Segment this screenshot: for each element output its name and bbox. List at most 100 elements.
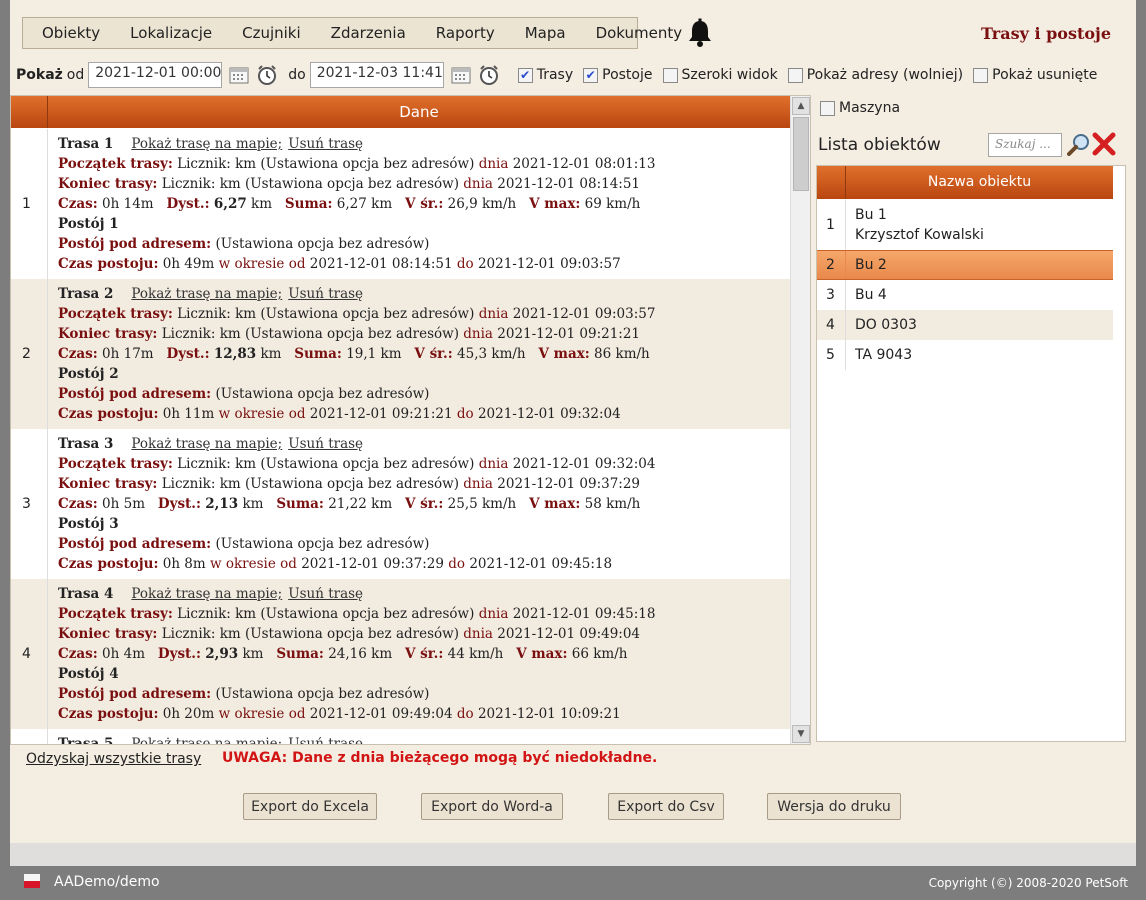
checkbox-pokaz-usuniete[interactable]: Pokaż usunięte xyxy=(973,67,1097,83)
route-start-time: 2021-12-01 09:32:04 xyxy=(512,456,656,472)
route-end-time: 2021-12-01 09:49:04 xyxy=(497,626,641,642)
table-row: Trasa 5 Pokaż trasę na mapie; Usuń trasę xyxy=(11,729,790,744)
route-distance: 6,27 xyxy=(213,196,247,212)
object-number: 4 xyxy=(817,310,846,340)
date-from-input[interactable]: 2021-12-01 00:00 xyxy=(88,62,223,88)
object-row[interactable]: 2 Bu 2 xyxy=(817,250,1113,280)
object-search-input[interactable]: Szukaj ... xyxy=(988,133,1062,157)
route-title: Trasa 4 xyxy=(58,586,114,602)
table-row: 3 Trasa 3 Pokaż trasę na mapie; Usuń trasę P… xyxy=(11,429,790,579)
clock-icon[interactable] xyxy=(256,64,278,86)
object-number: 2 xyxy=(817,251,846,279)
object-name: Bu 1 xyxy=(855,207,887,223)
route-sum: 24,16 km xyxy=(328,646,393,662)
table-row: 1 Trasa 1 Pokaż trasę na mapie; Usuń trasę P… xyxy=(11,129,790,279)
stop-duration: 0h 49m xyxy=(162,256,215,272)
menu-dokumenty[interactable]: Dokumenty xyxy=(581,24,698,42)
route-distance: 2,13 xyxy=(205,496,239,512)
checkbox-maszyna[interactable]: Maszyna xyxy=(820,100,900,116)
object-list-header: Nazwa obiektu xyxy=(817,166,1113,199)
show-route-on-map-link[interactable]: Pokaż trasę na mapie; xyxy=(131,586,282,602)
column-dane: Dane xyxy=(399,103,439,121)
checkbox-trasy[interactable]: ✔ Trasy xyxy=(517,67,573,83)
search-icon[interactable] xyxy=(1067,132,1091,156)
scroll-thumb[interactable] xyxy=(793,117,809,191)
warning-message: UWAGA: Dane z dnia bieżącego mogą być ni… xyxy=(222,750,658,766)
menu-lokalizacje[interactable]: Lokalizacje xyxy=(115,24,227,42)
delete-route-link[interactable]: Usuń trasę xyxy=(288,286,363,302)
route-sum: 6,27 km xyxy=(336,196,393,212)
route-duration: 0h 14m xyxy=(102,196,154,212)
route-avg-speed: 25,5 km/h xyxy=(447,496,517,512)
app-window: Obiekty Lokalizacje Czujniki Zdarzenia R… xyxy=(10,0,1136,866)
print-version-button[interactable]: Wersja do druku xyxy=(767,793,901,820)
menu-obiekty[interactable]: Obiekty xyxy=(27,24,115,42)
delete-route-link[interactable]: Usuń trasę xyxy=(288,586,363,602)
route-max-speed: 86 km/h xyxy=(594,346,650,362)
check-icon: ✔ xyxy=(583,67,599,83)
row-number: 2 xyxy=(11,279,48,429)
routes-table: Dane 1 Trasa 1 Pokaż trasę na mapie; Usuń t… xyxy=(10,95,811,745)
user-account[interactable]: AADemo/demo xyxy=(54,874,160,890)
scroll-up-icon[interactable]: ▲ xyxy=(792,97,810,115)
show-route-on-map-link[interactable]: Pokaż trasę na mapie; xyxy=(131,736,282,744)
polish-flag-icon[interactable] xyxy=(24,874,40,888)
export-csv-button[interactable]: Export do Csv xyxy=(608,793,724,820)
checkbox-postoje[interactable]: ✔ Postoje xyxy=(583,67,653,83)
stop-duration: 0h 11m xyxy=(162,406,215,422)
menu-czujniki[interactable]: Czujniki xyxy=(227,24,316,42)
date-to-input[interactable]: 2021-12-03 11:41 xyxy=(309,62,444,88)
clear-search-icon[interactable] xyxy=(1092,131,1116,157)
export-word-button[interactable]: Export do Word-a xyxy=(421,793,563,820)
delete-route-link[interactable]: Usuń trasę xyxy=(288,736,363,744)
recover-all-routes-link[interactable]: Odzyskaj wszystkie trasy xyxy=(26,751,201,767)
from-label: od xyxy=(66,67,85,83)
row-details: Trasa 5 Pokaż trasę na mapie; Usuń trasę xyxy=(48,729,790,744)
route-end-time: 2021-12-01 09:21:21 xyxy=(497,326,641,342)
table-header: Dane xyxy=(11,96,790,128)
table-row: 4 Trasa 4 Pokaż trasę na mapie; Usuń trasę P… xyxy=(11,579,790,729)
checkbox-szeroki-widok[interactable]: Szeroki widok xyxy=(662,67,778,83)
show-route-on-map-link[interactable]: Pokaż trasę na mapie; xyxy=(131,136,282,152)
route-start-time: 2021-12-01 08:01:13 xyxy=(512,156,656,172)
row-details: Trasa 3 Pokaż trasę na mapie; Usuń trasę Po… xyxy=(58,436,656,572)
bell-icon[interactable] xyxy=(686,18,714,48)
delete-route-link[interactable]: Usuń trasę xyxy=(288,136,363,152)
row-number: 3 xyxy=(11,429,48,579)
row-number xyxy=(11,729,48,744)
show-route-on-map-link[interactable]: Pokaż trasę na mapie; xyxy=(131,436,282,452)
stop-title: Postój 3 xyxy=(58,516,119,532)
route-title: Trasa 1 xyxy=(58,136,114,152)
calendar-icon[interactable] xyxy=(228,64,250,86)
footer-strip xyxy=(10,843,1136,866)
menu-mapa[interactable]: Mapa xyxy=(510,24,581,42)
calendar-icon[interactable] xyxy=(450,64,472,86)
object-rows: 1 Bu 1 Krzysztof Kowalski 2 Bu 2 3 Bu 4 4 DO 030… xyxy=(817,200,1113,370)
row-details: Trasa 2 Pokaż trasę na mapie; Usuń trasę Po… xyxy=(58,286,656,422)
table-row: 2 Trasa 2 Pokaż trasę na mapie; Usuń trasę P… xyxy=(11,279,790,429)
menu-raporty[interactable]: Raporty xyxy=(421,24,510,42)
checkbox-pokaz-adresy[interactable]: Pokaż adresy (wolniej) xyxy=(787,67,963,83)
route-max-speed: 58 km/h xyxy=(584,496,641,512)
show-route-on-map-link[interactable]: Pokaż trasę na mapie; xyxy=(131,286,282,302)
stop-duration: 0h 8m xyxy=(162,556,206,572)
object-driver: Krzysztof Kowalski xyxy=(855,227,984,243)
stop-title: Postój 1 xyxy=(58,216,119,232)
object-row[interactable]: 3 Bu 4 xyxy=(817,280,1113,310)
copyright: Copyright (©) 2008-2020 PetSoft xyxy=(928,876,1128,890)
scroll-down-icon[interactable]: ▼ xyxy=(792,725,810,743)
stop-title: Postój 2 xyxy=(58,366,119,382)
stop-duration: 0h 20m xyxy=(162,706,215,722)
object-list: Nazwa obiektu 1 Bu 1 Krzysztof Kowalski 2 Bu… xyxy=(816,165,1126,742)
delete-route-link[interactable]: Usuń trasę xyxy=(288,436,363,452)
row-details: Trasa 4 Pokaż trasę na mapie; Usuń trasę Po… xyxy=(58,586,656,722)
clock-icon[interactable] xyxy=(478,64,500,86)
object-row[interactable]: 5 TA 9043 xyxy=(817,340,1113,370)
route-title: Trasa 2 xyxy=(58,286,114,302)
object-row[interactable]: 4 DO 0303 xyxy=(817,310,1113,340)
object-name: DO 0303 xyxy=(855,317,917,333)
export-excel-button[interactable]: Export do Excela xyxy=(243,793,377,820)
object-row[interactable]: 1 Bu 1 Krzysztof Kowalski xyxy=(817,200,1113,250)
menu-zdarzenia[interactable]: Zdarzenia xyxy=(316,24,421,42)
table-scrollbar[interactable]: ▲ ▼ xyxy=(790,96,810,744)
